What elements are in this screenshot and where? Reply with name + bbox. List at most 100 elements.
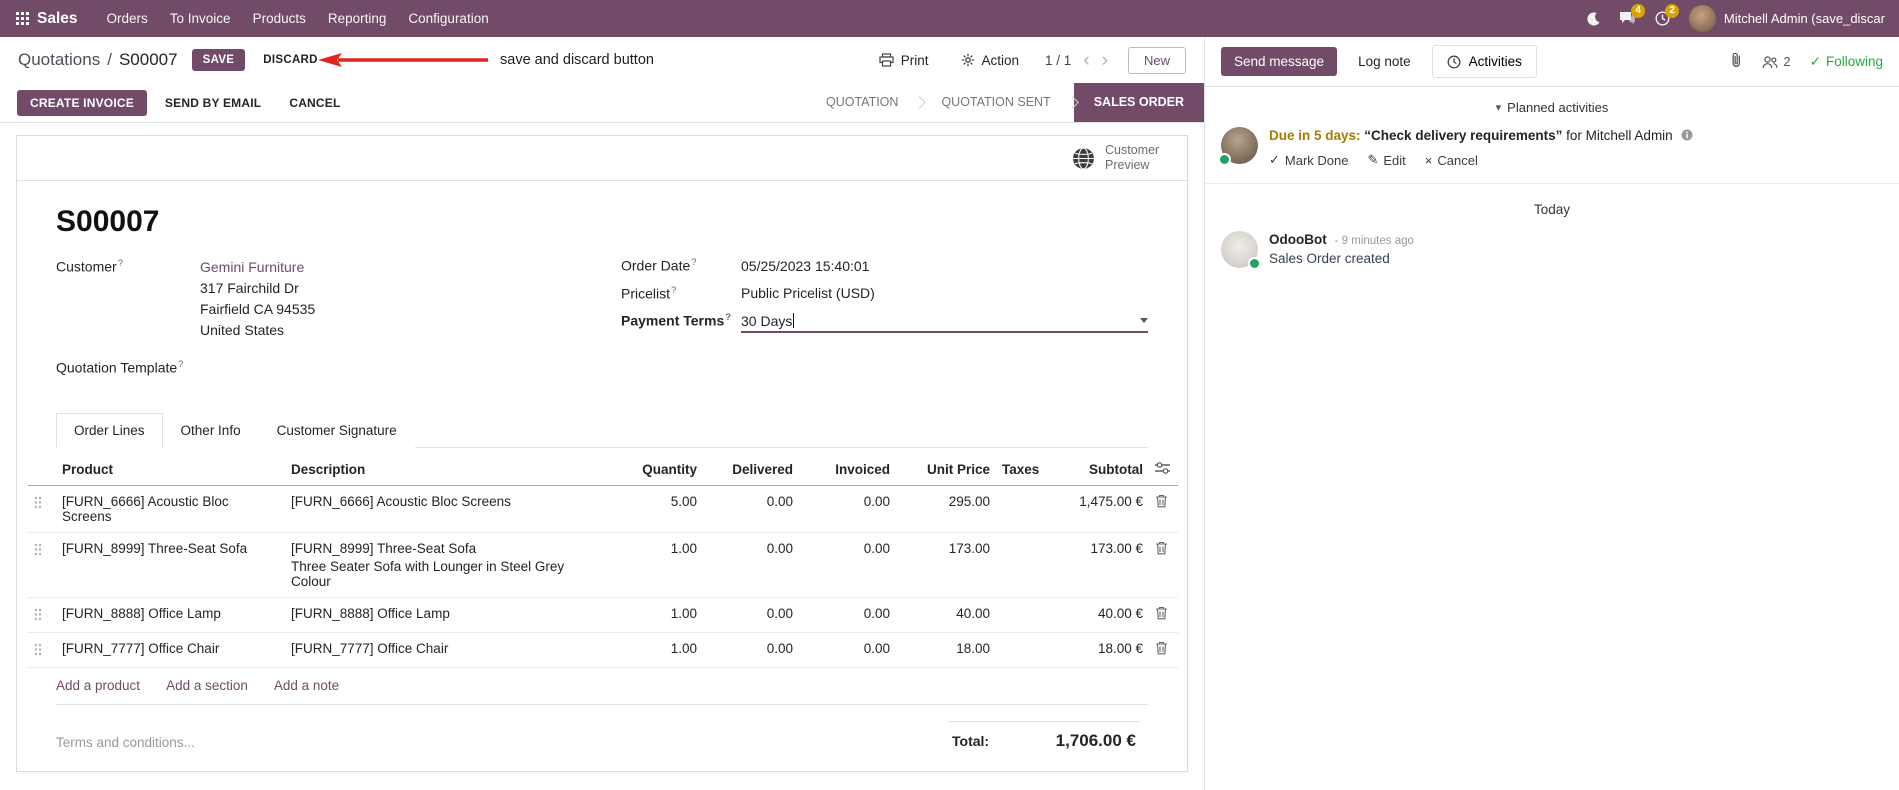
discard-button[interactable]: DISCARD xyxy=(255,49,326,71)
chevron-down-icon[interactable] xyxy=(1140,318,1148,324)
status-quotation[interactable]: QUOTATION xyxy=(806,83,918,122)
order-line-row[interactable]: [FURN_7777] Office Chair [FURN_7777] Off… xyxy=(28,632,1178,668)
order-line-row[interactable]: [FURN_8999] Three-Seat Sofa [FURN_8999] … xyxy=(28,532,1178,598)
delete-line-icon[interactable] xyxy=(1155,641,1168,658)
cell-delivered[interactable]: 0.00 xyxy=(703,485,799,533)
cell-delivered[interactable]: 0.00 xyxy=(703,597,799,633)
edit-activity-button[interactable]: ✎ Edit xyxy=(1367,152,1405,168)
activities-clock-icon[interactable]: 2 xyxy=(1655,4,1679,26)
cell-taxes[interactable] xyxy=(996,532,1066,598)
cell-description[interactable]: [FURN_8999] Three-Seat Sofa Three Seater … xyxy=(285,532,573,598)
cell-description[interactable]: [FURN_6666] Acoustic Bloc Screens xyxy=(285,485,573,533)
col-quantity[interactable]: Quantity xyxy=(573,451,703,486)
followers-button[interactable]: 2 xyxy=(1762,54,1791,69)
create-invoice-button[interactable]: CREATE INVOICE xyxy=(17,89,147,116)
col-taxes[interactable]: Taxes xyxy=(996,451,1066,486)
cell-invoiced[interactable]: 0.00 xyxy=(799,597,896,633)
menu-reporting[interactable]: Reporting xyxy=(317,2,398,35)
order-line-row[interactable]: [FURN_6666] Acoustic Bloc Screens [FURN_… xyxy=(28,485,1178,533)
apps-grid-icon[interactable] xyxy=(14,12,37,25)
order-line-row[interactable]: [FURN_8888] Office Lamp [FURN_8888] Offi… xyxy=(28,597,1178,633)
cell-invoiced[interactable]: 0.00 xyxy=(799,532,896,598)
order-date-field[interactable]: 05/25/2023 15:40:01 xyxy=(741,258,1148,274)
cell-product[interactable]: [FURN_8999] Three-Seat Sofa xyxy=(56,532,285,598)
activity-avatar[interactable] xyxy=(1218,127,1258,166)
pager-next-icon[interactable]: › xyxy=(1102,51,1108,70)
add-a-section-link[interactable]: Add a section xyxy=(166,678,248,693)
pager-prev-icon[interactable]: ‹ xyxy=(1083,51,1089,70)
menu-products[interactable]: Products xyxy=(242,2,317,35)
menu-orders[interactable]: Orders xyxy=(96,2,159,35)
cell-product[interactable]: [FURN_8888] Office Lamp xyxy=(56,597,285,633)
print-button[interactable]: Print xyxy=(873,52,935,69)
col-delivered[interactable]: Delivered xyxy=(703,451,799,486)
delete-line-icon[interactable] xyxy=(1155,606,1168,623)
cell-unit-price[interactable]: 40.00 xyxy=(896,597,996,633)
activities-tab[interactable]: Activities xyxy=(1431,45,1537,78)
message-author[interactable]: OdooBot xyxy=(1269,232,1327,247)
cell-unit-price[interactable]: 18.00 xyxy=(896,632,996,668)
following-button[interactable]: ✓ Following xyxy=(1810,54,1883,70)
terms-and-conditions-placeholder[interactable]: Terms and conditions... xyxy=(56,735,195,750)
cell-invoiced[interactable]: 0.00 xyxy=(799,632,896,668)
col-invoiced[interactable]: Invoiced xyxy=(799,451,896,486)
cell-delivered[interactable]: 0.00 xyxy=(703,532,799,598)
dark-mode-moon-icon[interactable] xyxy=(1586,11,1600,26)
menu-to-invoice[interactable]: To Invoice xyxy=(159,2,242,35)
cancel-button[interactable]: CANCEL xyxy=(279,90,350,116)
col-description[interactable]: Description xyxy=(285,451,573,486)
drag-handle-icon[interactable] xyxy=(28,597,56,633)
cell-product[interactable]: [FURN_7777] Office Chair xyxy=(56,632,285,668)
save-button[interactable]: SAVE xyxy=(191,49,246,71)
drag-handle-icon[interactable] xyxy=(28,632,56,668)
customer-preview-button[interactable]: Customer Preview xyxy=(1065,142,1173,174)
col-subtotal[interactable]: Subtotal xyxy=(1066,451,1149,486)
col-unit-price[interactable]: Unit Price xyxy=(896,451,996,486)
tab-customer-signature[interactable]: Customer Signature xyxy=(258,412,415,448)
action-button[interactable]: Action xyxy=(955,52,1026,69)
col-product[interactable]: Product xyxy=(56,451,285,486)
cell-quantity[interactable]: 1.00 xyxy=(573,597,703,633)
customer-name-link[interactable]: Gemini Furniture xyxy=(200,257,621,278)
payment-terms-field[interactable]: 30 Days xyxy=(741,313,1148,333)
attachment-paperclip-icon[interactable] xyxy=(1730,52,1743,71)
odoobot-avatar[interactable] xyxy=(1221,231,1261,271)
drag-handle-icon[interactable] xyxy=(28,485,56,533)
cancel-activity-button[interactable]: × Cancel xyxy=(1425,152,1478,168)
add-a-product-link[interactable]: Add a product xyxy=(56,678,140,693)
optional-columns-icon[interactable] xyxy=(1149,451,1178,486)
menu-configuration[interactable]: Configuration xyxy=(397,2,499,35)
cell-delivered[interactable]: 0.00 xyxy=(703,632,799,668)
cell-taxes[interactable] xyxy=(996,485,1066,533)
cell-invoiced[interactable]: 0.00 xyxy=(799,485,896,533)
send-message-button[interactable]: Send message xyxy=(1221,47,1338,76)
cell-quantity[interactable]: 1.00 xyxy=(573,632,703,668)
cell-unit-price[interactable]: 173.00 xyxy=(896,532,996,598)
status-sales-order[interactable]: SALES ORDER xyxy=(1073,83,1204,122)
user-menu[interactable]: Mitchell Admin (save_discar xyxy=(1688,5,1885,32)
pricelist-field[interactable]: Public Pricelist (USD) xyxy=(741,285,1148,301)
app-name[interactable]: Sales xyxy=(37,10,78,28)
send-by-email-button[interactable]: SEND BY EMAIL xyxy=(155,90,271,116)
cell-unit-price[interactable]: 295.00 xyxy=(896,485,996,533)
planned-activities-toggle[interactable]: ▾ Planned activities xyxy=(1221,100,1883,115)
cell-description[interactable]: [FURN_8888] Office Lamp xyxy=(285,597,573,633)
drag-handle-icon[interactable] xyxy=(28,532,56,598)
add-a-note-link[interactable]: Add a note xyxy=(274,678,339,693)
cell-description[interactable]: [FURN_7777] Office Chair xyxy=(285,632,573,668)
delete-line-icon[interactable] xyxy=(1155,494,1168,511)
new-button[interactable]: New xyxy=(1127,46,1186,74)
log-note-button[interactable]: Log note xyxy=(1349,47,1420,76)
cell-quantity[interactable]: 5.00 xyxy=(573,485,703,533)
info-icon[interactable] xyxy=(1681,128,1693,146)
breadcrumb-quotations[interactable]: Quotations xyxy=(18,50,100,70)
cell-taxes[interactable] xyxy=(996,632,1066,668)
cell-product[interactable]: [FURN_6666] Acoustic Bloc Screens xyxy=(56,485,285,533)
cell-quantity[interactable]: 1.00 xyxy=(573,532,703,598)
tab-order-lines[interactable]: Order Lines xyxy=(56,412,163,448)
mark-done-button[interactable]: ✓ Mark Done xyxy=(1269,152,1348,168)
delete-line-icon[interactable] xyxy=(1155,541,1168,558)
status-quotation-sent[interactable]: QUOTATION SENT xyxy=(921,83,1070,122)
messages-icon[interactable]: 4 xyxy=(1619,4,1645,26)
cell-taxes[interactable] xyxy=(996,597,1066,633)
